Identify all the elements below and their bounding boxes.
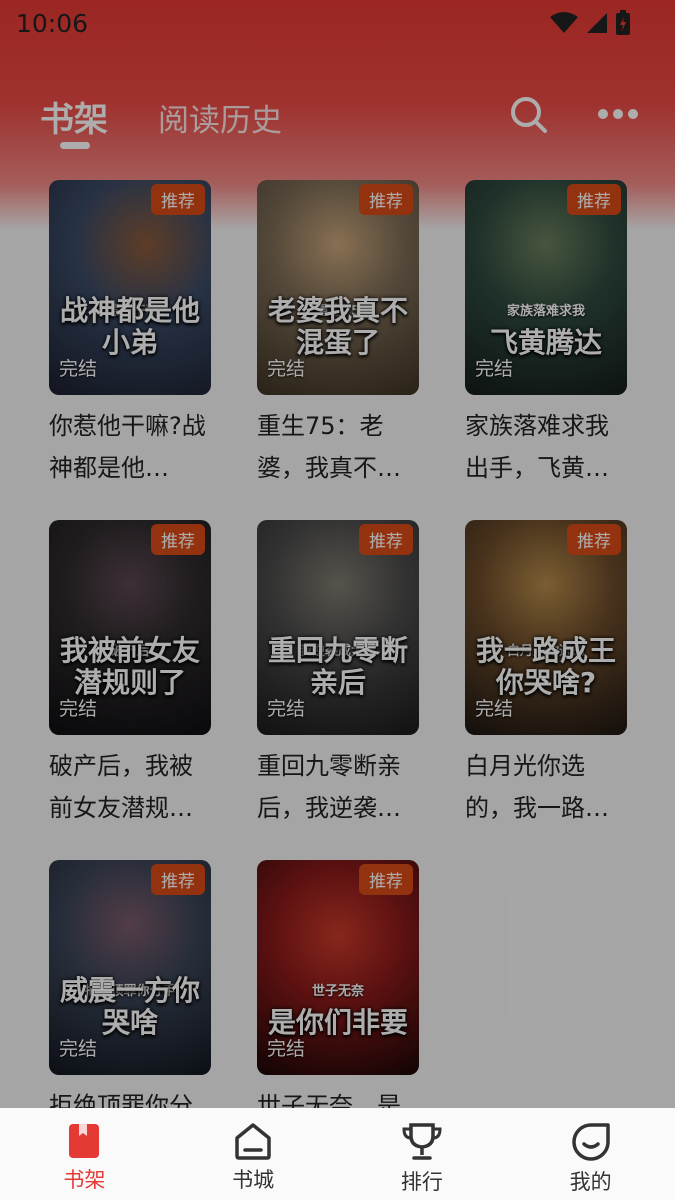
signal-icon (587, 13, 607, 33)
completed-label: 完结 (59, 358, 98, 380)
search-icon (511, 97, 547, 133)
status-time: 10:06 (16, 8, 89, 38)
recommend-badge: 推荐 (359, 524, 413, 555)
recommend-badge: 推荐 (151, 864, 205, 895)
cover-title: 我被前女友潜规则了 (59, 634, 200, 699)
completed-label: 完结 (59, 1038, 98, 1060)
book-cover[interactable]: 推荐 世子无奈 是你们非要 完结 (257, 860, 419, 1075)
recommend-badge: 推荐 (151, 524, 205, 555)
completed-label: 完结 (475, 698, 514, 720)
book-card[interactable]: 推荐 重生75 老婆我真不混蛋了 完结 重生75：老婆，我真不… (257, 180, 419, 489)
book-cover[interactable]: 推荐 破产后 我被前女友潜规则了 完结 (49, 520, 211, 735)
nav-bookshelf[interactable]: 书架 (0, 1108, 169, 1200)
cover-subtitle: 世子无奈 (311, 984, 364, 999)
recommend-badge: 推荐 (359, 184, 413, 215)
book-card[interactable]: 推荐 我逆袭成大亨 重回九零断亲后 完结 重回九零断亲后，我逆袭… (257, 520, 419, 829)
tab-active-indicator (60, 142, 90, 149)
book-title[interactable]: 家族落难求我出手，飞黄… (465, 405, 627, 489)
book-cover[interactable]: 推荐 我逆袭成大亨 重回九零断亲后 完结 (257, 520, 419, 735)
book-card[interactable]: 推荐 你惹他干嘛? 战神都是他小弟 完结 你惹他干嘛?战神都是他… (49, 180, 211, 489)
book-card[interactable]: 推荐 家族落难求我 飞黄腾达 完结 家族落难求我出手，飞黄… (465, 180, 627, 489)
book-cover[interactable]: 推荐 你惹他干嘛? 战神都是他小弟 完结 (49, 180, 211, 395)
status-bar: 10:06 (0, 0, 675, 46)
book-title[interactable]: 重生75：老婆，我真不… (257, 405, 419, 489)
recommend-badge: 推荐 (567, 524, 621, 555)
bookshelf-icon (69, 1124, 100, 1158)
tab-bookshelf[interactable]: 书架 (40, 92, 108, 141)
completed-label: 完结 (59, 698, 98, 720)
cover-title: 威震一方你哭啥 (59, 974, 200, 1039)
wifi-icon (550, 12, 578, 33)
recommend-badge: 推荐 (151, 184, 205, 215)
cover-subtitle: 家族落难求我 (506, 304, 585, 319)
book-cover[interactable]: 推荐 重生75 老婆我真不混蛋了 完结 (257, 180, 419, 395)
profile-icon (571, 1123, 610, 1161)
search-button[interactable] (508, 94, 550, 140)
book-cover[interactable]: 推荐 拒绝顶罪你分手 威震一方你哭啥 完结 (49, 860, 211, 1075)
cover-title: 老婆我真不混蛋了 (267, 294, 408, 359)
battery-icon (616, 10, 630, 35)
book-card[interactable]: 推荐 破产后 我被前女友潜规则了 完结 破产后，我被前女友潜规… (49, 520, 211, 829)
book-cover[interactable]: 推荐 白月光你选的 我一路成王你哭啥? 完结 (465, 520, 627, 735)
status-icons (549, 10, 631, 36)
book-cover[interactable]: 推荐 家族落难求我 飞黄腾达 完结 (465, 180, 627, 395)
book-title[interactable]: 白月光你选的，我一路… (465, 745, 627, 829)
book-card[interactable]: 推荐 白月光你选的 我一路成王你哭啥? 完结 白月光你选的，我一路… (465, 520, 627, 829)
cover-title: 重回九零断亲后 (267, 634, 408, 699)
nav-bookstore-label: 书城 (232, 1168, 275, 1192)
nav-bookstore[interactable]: 书城 (169, 1108, 338, 1200)
completed-label: 完结 (267, 1038, 306, 1060)
bookstore-icon (235, 1123, 271, 1160)
more-button[interactable] (596, 106, 640, 125)
nav-bookshelf-label: 书架 (63, 1168, 106, 1192)
cover-title: 我一路成王你哭啥? (475, 634, 616, 699)
nav-ranking-label: 排行 (400, 1170, 443, 1194)
nav-ranking[interactable]: 排行 (338, 1108, 507, 1200)
bottom-nav: 书架 书城 排行 我的 (0, 1108, 675, 1200)
completed-label: 完结 (267, 698, 306, 720)
book-title[interactable]: 破产后，我被前女友潜规… (49, 745, 211, 829)
recommend-badge: 推荐 (359, 864, 413, 895)
completed-label: 完结 (475, 358, 514, 380)
trophy-icon (402, 1123, 442, 1160)
top-nav: 书架 阅读历史 (0, 86, 675, 149)
recommend-badge: 推荐 (567, 184, 621, 215)
book-title[interactable]: 你惹他干嘛?战神都是他… (49, 405, 211, 489)
nav-profile-label: 我的 (569, 1170, 612, 1194)
more-dots-icon (598, 109, 638, 119)
book-title[interactable]: 重回九零断亲后，我逆袭… (257, 745, 419, 829)
tab-reading-history[interactable]: 阅读历史 (158, 95, 282, 140)
completed-label: 完结 (267, 358, 306, 380)
nav-profile[interactable]: 我的 (506, 1108, 675, 1200)
cover-title: 战神都是他小弟 (59, 294, 200, 359)
